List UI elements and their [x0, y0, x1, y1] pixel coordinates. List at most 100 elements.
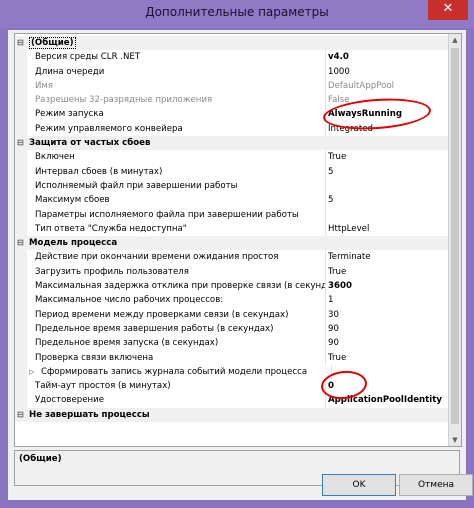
property-value[interactable]: 90	[328, 336, 448, 350]
property-value[interactable]: 1000	[328, 65, 448, 79]
property-label: Тайм-аут простоя (в минутах)	[35, 379, 326, 394]
grid-property-row[interactable]: Максимальное число рабочих процессов: 1	[15, 293, 448, 308]
grid-property-row[interactable]: Проверка связи включена True	[15, 350, 448, 365]
collapse-toggle-icon[interactable]: ⊟	[17, 36, 24, 50]
property-label: Действие при окончании времени ожидания …	[35, 250, 326, 265]
category-label: (Общие)	[29, 36, 429, 50]
property-label: Режим управляемого конвейера	[35, 121, 326, 137]
property-label: Удостоверение	[35, 393, 326, 408]
dialog-client-area: ⊟ (Общие) Версия среды CLR .NET v4.0 Длина о…	[8, 30, 473, 500]
row-margin	[15, 64, 27, 79]
grid-property-row[interactable]: Длина очереди 1000	[15, 64, 448, 79]
row-margin	[15, 78, 27, 94]
property-label: Максимум сбоев	[35, 193, 326, 208]
property-value[interactable]: 5	[328, 193, 448, 207]
property-label: Разрешены 32-разрядные приложения	[35, 93, 326, 108]
grid-property-row[interactable]: Интервал сбоев (в минутах) 5	[15, 164, 448, 179]
grid-property-row[interactable]: Максимальная задержка отклика при провер…	[15, 279, 448, 294]
row-margin	[15, 121, 27, 137]
vertical-scrollbar[interactable]: ▲ ▼	[448, 34, 461, 446]
title-bar[interactable]: Дополнительные параметры ✕	[0, 0, 474, 28]
row-margin	[15, 221, 27, 237]
grid-property-row[interactable]: Удостоверение ApplicationPoolIdentity	[15, 393, 448, 408]
description-title: (Общие)	[19, 454, 62, 464]
property-label: Проверка связи включена	[35, 350, 326, 365]
property-value[interactable]: HttpLevel	[328, 222, 448, 236]
property-value[interactable]: 3600	[328, 279, 448, 293]
dialog-window: Дополнительные параметры ✕ ⊟ (Общие) Верси…	[0, 0, 474, 508]
property-label: Максимальная задержка отклика при провер…	[35, 279, 326, 294]
window-title: Дополнительные параметры	[145, 5, 329, 19]
property-value[interactable]	[328, 179, 448, 193]
property-label: Максимальное число рабочих процессов:	[35, 293, 326, 308]
grid-property-row[interactable]: Исполняемый файл при завершении работы	[15, 178, 448, 194]
grid-property-row[interactable]: Период времени между проверками связи (в…	[15, 307, 448, 322]
row-margin	[15, 164, 27, 179]
property-label: Версия среды CLR .NET	[35, 50, 326, 65]
grid-property-row[interactable]: Максимум сбоев 5	[15, 193, 448, 208]
property-value[interactable]: v4.0	[328, 50, 448, 64]
property-label: Загрузить профиль пользователя	[35, 264, 326, 280]
property-label: Параметры исполняемого файла при заверше…	[35, 207, 326, 222]
category-label-text: (Общие)	[29, 37, 76, 49]
property-grid: ⊟ (Общие) Версия среды CLR .NET v4.0 Длина о…	[14, 33, 462, 447]
property-label: Интервал сбоев (в минутах)	[35, 164, 326, 179]
row-margin	[15, 264, 27, 280]
property-value[interactable]: 5	[328, 165, 448, 179]
property-value[interactable]: 90	[328, 322, 448, 336]
row-margin	[15, 50, 27, 65]
scroll-thumb[interactable]	[451, 48, 459, 424]
grid-property-row[interactable]: Предельное время завершения работы (в се…	[15, 321, 448, 337]
collapse-toggle-icon[interactable]: ⊟	[17, 408, 24, 422]
row-margin	[15, 379, 27, 394]
property-value[interactable]: Terminate	[328, 250, 448, 264]
property-value[interactable]: 30	[328, 308, 448, 322]
row-margin	[15, 250, 27, 265]
property-value[interactable]: 1	[328, 293, 448, 307]
row-margin	[15, 207, 27, 222]
grid-category[interactable]: ⊟ (Общие)	[15, 36, 448, 51]
property-label: Включен	[35, 150, 326, 165]
collapse-toggle-icon[interactable]: ⊟	[17, 136, 24, 150]
grid-property-row[interactable]: Загрузить профиль пользователя True	[15, 264, 448, 280]
property-label: Режим запуска	[35, 107, 326, 122]
category-label: Защита от частых сбоев	[29, 136, 429, 150]
grid-category[interactable]: ⊟ Не завершать процессы	[15, 407, 448, 423]
category-label-text: Защита от частых сбоев	[29, 138, 151, 149]
grid-property-row[interactable]: Предельное время запуска (в секундах) 90	[15, 336, 448, 351]
property-value[interactable]: DefaultAppPool	[328, 79, 448, 93]
scroll-up-arrow-icon[interactable]: ▲	[449, 34, 461, 46]
grid-property-row[interactable]: Параметры исполняемого файла при заверше…	[15, 207, 448, 222]
expand-arrow-icon[interactable]: ▷	[29, 365, 34, 379]
grid-property-row[interactable]: Версия среды CLR .NET v4.0	[15, 50, 448, 65]
ok-button[interactable]: OK	[322, 474, 396, 496]
property-label: Имя	[35, 78, 326, 94]
property-value[interactable]: True	[328, 265, 448, 279]
row-margin	[15, 393, 27, 408]
property-label: Исполняемый файл при завершении работы	[35, 178, 326, 194]
category-label-text: Не завершать процессы	[29, 409, 150, 420]
grid-category[interactable]: ⊟ Защита от частых сбоев	[15, 136, 448, 151]
property-label: Тип ответа "Служба недоступна"	[35, 221, 326, 237]
property-value[interactable]: True	[328, 351, 448, 365]
row-margin	[15, 336, 27, 351]
row-margin	[15, 350, 27, 365]
close-button[interactable]: ✕	[428, 0, 468, 20]
cancel-button[interactable]: Отмена	[399, 474, 473, 496]
grid-property-row[interactable]: Тип ответа "Служба недоступна" HttpLevel	[15, 221, 448, 237]
property-label: Предельное время запуска (в секундах)	[35, 336, 326, 351]
grid-property-row[interactable]: Включен True	[15, 150, 448, 165]
grid-property-row[interactable]: Имя DefaultAppPool	[15, 78, 448, 94]
grid-property-row[interactable]: ▷ Сформировать запись журнала событий мод…	[15, 364, 448, 380]
scroll-down-arrow-icon[interactable]: ▼	[449, 434, 461, 446]
grid-property-row[interactable]: Тайм-аут простоя (в минутах) 0	[15, 379, 448, 394]
category-label-text: Модель процесса	[29, 238, 118, 249]
property-label: Период времени между проверками связи (в…	[35, 307, 326, 322]
grid-property-row[interactable]: Действие при окончании времени ожидания …	[15, 250, 448, 265]
property-value[interactable]	[328, 208, 448, 222]
property-value[interactable]: True	[328, 150, 448, 164]
grid-category[interactable]: ⊟ Модель процесса	[15, 236, 448, 251]
row-margin	[15, 307, 27, 322]
collapse-toggle-icon[interactable]: ⊟	[17, 236, 24, 250]
row-margin	[15, 150, 27, 165]
